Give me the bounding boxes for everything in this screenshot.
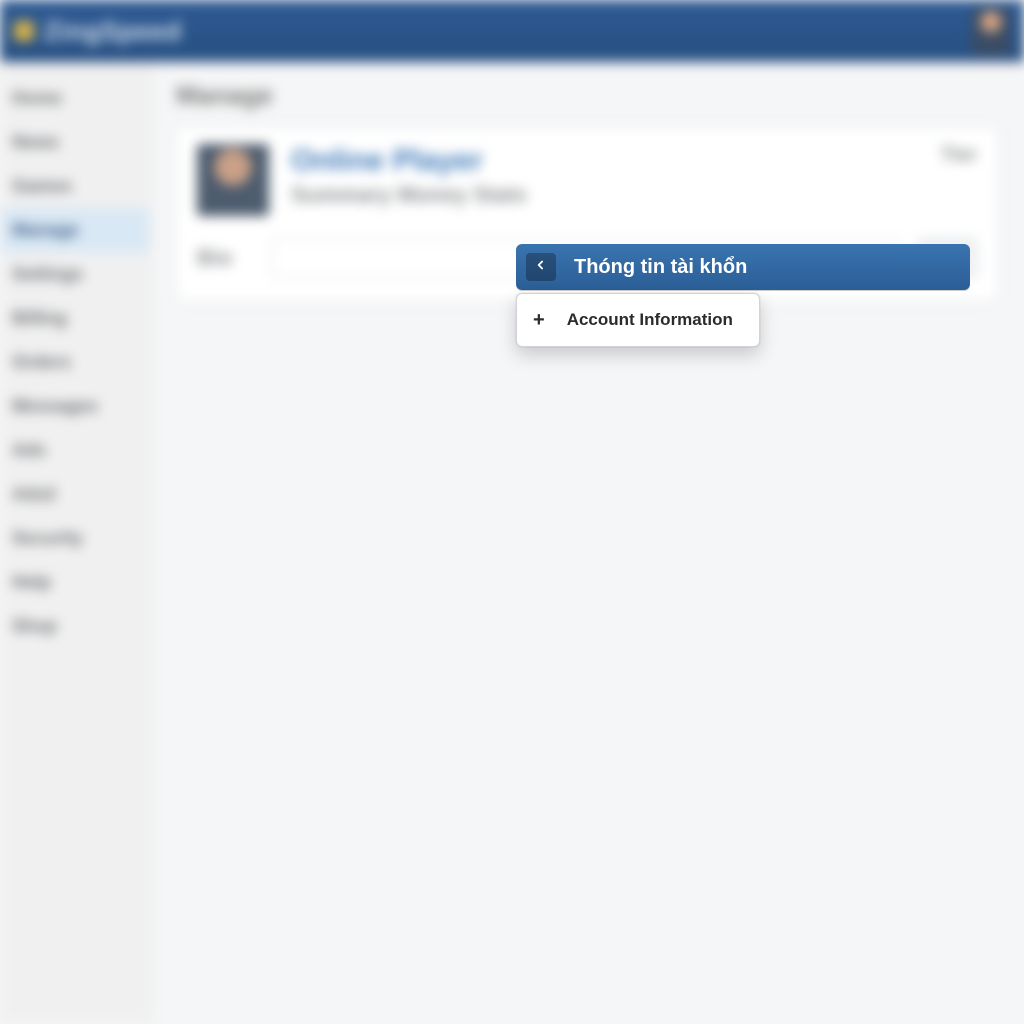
profile-picture[interactable]	[197, 144, 269, 216]
sidebar-item-1[interactable]: News	[0, 120, 149, 164]
arrow-left-icon	[534, 258, 548, 277]
user-avatar[interactable]	[972, 8, 1010, 54]
blurred-background: ZingSpeed Home News Games Manage Setting…	[0, 0, 1024, 1024]
profile-subtitle: Summary Money Stats	[291, 182, 527, 208]
sidebar-item-10[interactable]: Security	[0, 516, 149, 560]
sidebar-item-3[interactable]: Manage	[0, 208, 149, 252]
sidebar-item-7[interactable]: Messages	[0, 384, 149, 428]
page-title: Manage	[176, 80, 998, 111]
back-button[interactable]	[526, 253, 556, 281]
menu-item-account-information[interactable]: + Account Information	[517, 300, 759, 340]
sidebar-item-8[interactable]: Ads	[0, 428, 149, 472]
dropdown-overlay: Thóng tin tài khổn + Account Information	[516, 244, 970, 347]
sidebar-item-12[interactable]: Shop	[0, 604, 149, 648]
brand-badge-icon	[14, 21, 34, 41]
sidebar-item-5[interactable]: Billing	[0, 296, 149, 340]
profile-right-label: Tier	[941, 144, 977, 167]
profile-name: Online Player	[291, 144, 527, 178]
plus-icon: +	[533, 310, 545, 330]
overlay-header[interactable]: Thóng tin tài khổn	[516, 244, 970, 290]
sidebar-item-2[interactable]: Games	[0, 164, 149, 208]
sidebar-item-9[interactable]: Ads2	[0, 472, 149, 516]
sidebar-item-11[interactable]: Help	[0, 560, 149, 604]
topbar: ZingSpeed	[0, 0, 1024, 62]
bio-field-label: Bio	[197, 245, 253, 271]
sidebar: Home News Games Manage Settings Billing …	[0, 62, 150, 1024]
sidebar-item-0[interactable]: Home	[0, 76, 149, 120]
brand-text: ZingSpeed	[44, 16, 181, 47]
overlay-title: Thóng tin tài khổn	[574, 256, 747, 279]
main-content: Manage Online Player Summary Money Stats…	[150, 62, 1024, 1024]
menu-item-label: Account Information	[567, 310, 733, 330]
sidebar-item-4[interactable]: Settings	[0, 252, 149, 296]
dropdown-menu: + Account Information	[516, 293, 760, 347]
sidebar-item-6[interactable]: Orders	[0, 340, 149, 384]
